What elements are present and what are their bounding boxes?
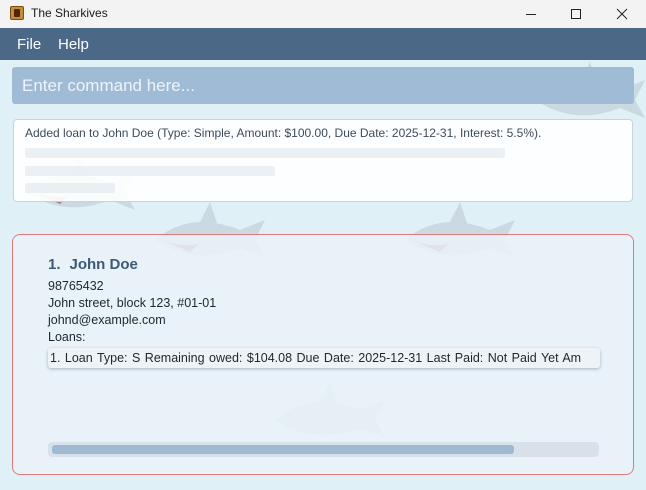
result-ghost-line bbox=[25, 183, 115, 193]
result-display[interactable]: Added loan to John Doe (Type: Simple, Am… bbox=[13, 119, 633, 202]
main-content: Added loan to John Doe (Type: Simple, Am… bbox=[0, 60, 646, 490]
close-button[interactable] bbox=[599, 0, 645, 28]
person-email: johnd@example.com bbox=[48, 313, 166, 327]
menu-file[interactable]: File bbox=[17, 36, 41, 53]
command-box bbox=[12, 67, 634, 104]
app-book-icon bbox=[10, 6, 24, 20]
person-phone: 98765432 bbox=[48, 279, 104, 293]
result-message: Added loan to John Doe (Type: Simple, Am… bbox=[25, 126, 542, 140]
result-ghost-line bbox=[25, 148, 505, 158]
title-bar: The Sharkives bbox=[0, 0, 646, 28]
window-title: The Sharkives bbox=[31, 6, 108, 20]
person-header: 1. John Doe bbox=[48, 256, 138, 273]
maximize-button[interactable] bbox=[553, 0, 599, 28]
minimize-icon bbox=[526, 14, 536, 15]
horizontal-scrollbar[interactable] bbox=[48, 442, 599, 457]
loans-label: Loans: bbox=[48, 330, 86, 344]
person-name: John Doe bbox=[69, 256, 138, 273]
loan-item[interactable]: 1. Loan Type: S Remaining owed: $104.08 … bbox=[48, 348, 600, 368]
close-icon bbox=[616, 8, 628, 20]
person-card[interactable]: 1. John Doe 98765432 John street, block 1… bbox=[12, 234, 634, 475]
minimize-button[interactable] bbox=[508, 0, 554, 28]
command-input[interactable] bbox=[12, 67, 634, 104]
scrollbar-thumb[interactable] bbox=[52, 445, 514, 454]
loan-item-text: 1. Loan Type: S Remaining owed: $104.08 … bbox=[50, 351, 582, 365]
menu-help[interactable]: Help bbox=[58, 36, 89, 53]
person-index: 1. bbox=[48, 256, 61, 273]
result-ghost-line bbox=[25, 166, 275, 176]
menu-bar: File Help bbox=[0, 28, 646, 60]
person-address: John street, block 123, #01-01 bbox=[48, 296, 217, 310]
maximize-icon bbox=[571, 9, 581, 19]
